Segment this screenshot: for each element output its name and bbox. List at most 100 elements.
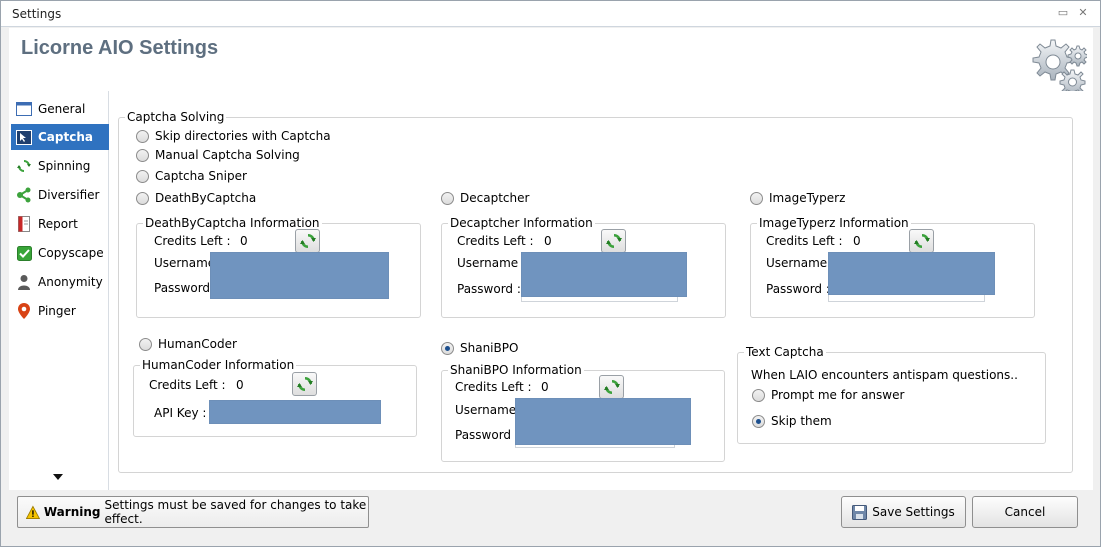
refresh-credits-button[interactable] — [599, 375, 624, 399]
username-label: Username : — [766, 256, 836, 270]
radio-imagetyperz[interactable]: ImageTyperz — [750, 191, 845, 205]
radio-button[interactable] — [441, 191, 454, 205]
sidebar-item-label: General — [38, 102, 86, 116]
password-label: Password : — [457, 282, 521, 296]
shanibpo-info-group: ShaniBPO Information Credits Left : 0 Us… — [441, 363, 725, 462]
map-pin-icon — [16, 303, 32, 319]
password-label: Password : — [154, 281, 218, 295]
sidebar-item-diversifier[interactable]: Diversifier — [11, 182, 109, 208]
imagetyperz-info-group: ImageTyperz Information Credits Left : 0… — [750, 216, 1035, 318]
radio-shanibpo[interactable]: ShaniBPO — [441, 341, 518, 355]
credits-left-label: Credits Left : — [455, 380, 532, 394]
refresh-icon — [603, 380, 620, 394]
group-title: Captcha Solving — [125, 110, 227, 124]
username-label: Username : — [457, 256, 527, 270]
floppy-disk-icon — [852, 504, 868, 520]
refresh-credits-button[interactable] — [292, 372, 317, 396]
cursor-icon — [16, 129, 32, 145]
sidebar-item-captcha[interactable]: Captcha — [11, 124, 109, 150]
text-captcha-group: Text Captcha When LAIO encounters antisp… — [737, 345, 1046, 444]
sidebar-item-copyscape[interactable]: Copyscape — [11, 240, 109, 266]
radio-button[interactable] — [136, 169, 149, 183]
recycle-icon — [16, 158, 32, 174]
radio-captcha-sniper[interactable]: Captcha Sniper — [136, 169, 247, 183]
group-title: HumanCoder Information — [140, 358, 297, 372]
group-title: ImageTyperz Information — [757, 216, 911, 230]
radio-button[interactable] — [750, 191, 763, 205]
radio-button[interactable] — [752, 414, 765, 428]
sidebar-item-label: Spinning — [38, 159, 91, 173]
warning-icon — [26, 505, 40, 519]
warning-message: Warning Settings must be saved for chang… — [17, 496, 369, 528]
radio-skip-them[interactable]: Skip them — [752, 414, 832, 428]
footer-bar: Warning Settings must be saved for chang… — [9, 490, 1093, 540]
password-label: Password : — [455, 428, 519, 442]
scroll-down-icon[interactable] — [53, 474, 63, 480]
header-banner: Licorne AIO Settings — [9, 28, 1093, 94]
deathbycaptcha-info-group: DeathByCaptcha Information Credits Left … — [136, 216, 421, 318]
radio-button[interactable] — [136, 191, 149, 205]
shanibpo-credentials-field[interactable] — [515, 398, 691, 445]
decaptcher-info-group: Decaptcher Information Credits Left : 0 … — [441, 216, 726, 318]
credits-left-value: 0 — [240, 234, 248, 248]
radio-decaptcher[interactable]: Decaptcher — [441, 191, 529, 205]
credits-left-value: 0 — [236, 378, 244, 392]
sidebar-item-spinning[interactable]: Spinning — [11, 153, 109, 179]
captcha-solving-group: Captcha Solving Skip directories with Ca… — [118, 110, 1073, 473]
refresh-credits-button[interactable] — [909, 229, 934, 253]
radio-prompt-answer[interactable]: Prompt me for answer — [752, 388, 904, 402]
radio-button[interactable] — [752, 388, 765, 402]
restore-icon[interactable]: ▭ — [1056, 6, 1070, 20]
warning-label: Warning — [43, 505, 101, 519]
radio-button[interactable] — [441, 341, 454, 355]
radio-button[interactable] — [139, 337, 152, 351]
sidebar-item-label: Captcha — [38, 130, 93, 144]
cancel-button[interactable]: Cancel — [972, 496, 1078, 528]
refresh-icon — [296, 377, 313, 391]
checkbox-icon — [16, 245, 32, 261]
deathbycaptcha-credentials-field[interactable] — [210, 252, 389, 299]
credits-left-value: 0 — [541, 380, 549, 394]
share-icon — [16, 187, 32, 203]
radio-deathbycaptcha[interactable]: DeathByCaptcha — [136, 191, 256, 205]
sidebar-item-label: Copyscape — [38, 246, 104, 260]
person-icon — [16, 274, 32, 290]
radio-manual-captcha[interactable]: Manual Captcha Solving — [136, 148, 300, 162]
radio-button[interactable] — [136, 148, 149, 162]
humancoder-api-key-field[interactable] — [209, 400, 381, 424]
group-title: ShaniBPO Information — [448, 363, 584, 377]
refresh-credits-button[interactable] — [601, 229, 626, 253]
group-title: Decaptcher Information — [448, 216, 595, 230]
sidebar-item-label: Diversifier — [38, 188, 100, 202]
humancoder-info-group: HumanCoder Information Credits Left : 0 … — [133, 358, 417, 437]
sidebar-item-report[interactable]: Report — [11, 211, 109, 237]
warning-text: Settings must be saved for changes to ta… — [104, 498, 367, 526]
group-title: Text Captcha — [744, 345, 826, 359]
sidebar-item-label: Report — [38, 217, 78, 231]
credits-left-value: 0 — [544, 234, 552, 248]
save-settings-button[interactable]: Save Settings — [841, 496, 966, 528]
text-captcha-description: When LAIO encounters antispam questions.… — [751, 368, 1018, 382]
sidebar-item-anonymity[interactable]: Anonymity — [11, 269, 109, 295]
window-icon — [16, 101, 32, 117]
credits-left-label: Credits Left : — [154, 234, 231, 248]
credits-left-label: Credits Left : — [766, 234, 843, 248]
close-icon[interactable]: ✕ — [1076, 6, 1090, 20]
page-title: Licorne AIO Settings — [21, 37, 219, 59]
refresh-credits-button[interactable] — [295, 229, 320, 253]
gears-icon — [1032, 39, 1087, 94]
sidebar-item-pinger[interactable]: Pinger — [11, 298, 109, 324]
captcha-settings-panel: Captcha Solving Skip directories with Ca… — [109, 91, 1093, 490]
decaptcher-credentials-field[interactable] — [521, 252, 687, 297]
username-label: Username : — [455, 403, 525, 417]
title-bar: Settings ▭ ✕ — [1, 1, 1100, 27]
radio-humancoder[interactable]: HumanCoder — [139, 337, 237, 351]
radio-button[interactable] — [136, 129, 149, 143]
settings-window: Settings ▭ ✕ Licorne AIO Settings Genera… — [0, 0, 1101, 547]
credits-left-label: Credits Left : — [149, 378, 226, 392]
radio-skip-directories[interactable]: Skip directories with Captcha — [136, 129, 331, 143]
imagetyperz-credentials-field[interactable] — [828, 252, 995, 295]
sidebar-item-general[interactable]: General — [11, 96, 109, 122]
credits-left-value: 0 — [853, 234, 861, 248]
sidebar-item-label: Anonymity — [38, 275, 103, 289]
